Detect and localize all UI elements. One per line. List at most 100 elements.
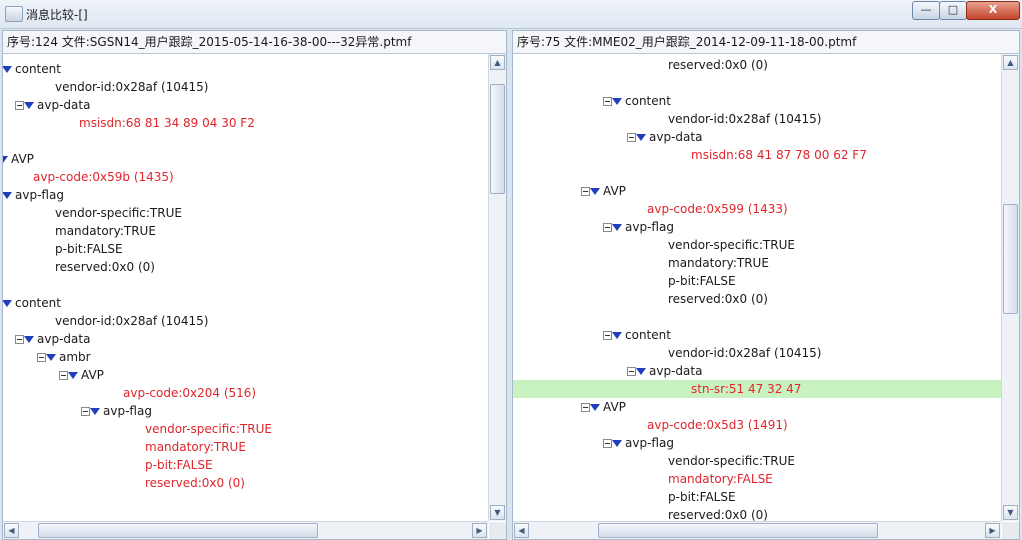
collapse-toggle-icon[interactable] xyxy=(627,367,636,376)
tree-row[interactable]: reserved:0x0 (0) xyxy=(513,506,1001,521)
expand-arrow-icon[interactable] xyxy=(3,192,12,199)
tree-row[interactable] xyxy=(513,74,1001,92)
tree-row[interactable]: msisdn:68 41 87 78 00 62 F7 xyxy=(513,146,1001,164)
collapse-toggle-icon[interactable] xyxy=(15,335,24,344)
tree-row[interactable]: mandatory:TRUE xyxy=(3,222,488,240)
collapse-toggle-icon[interactable] xyxy=(603,97,612,106)
tree-row[interactable]: avp-data xyxy=(513,128,1001,146)
tree-row[interactable]: content xyxy=(3,294,488,312)
expand-arrow-icon[interactable] xyxy=(612,332,622,339)
tree-row[interactable]: reserved:0x0 (0) xyxy=(513,56,1001,74)
expand-arrow-icon[interactable] xyxy=(636,134,646,141)
collapse-toggle-icon[interactable] xyxy=(15,101,24,110)
left-vscroll-thumb[interactable] xyxy=(490,84,505,194)
tree-row[interactable]: AVP xyxy=(513,182,1001,200)
expand-arrow-icon[interactable] xyxy=(24,336,34,343)
tree-row[interactable]: reserved:0x0 (0) xyxy=(3,258,488,276)
collapse-toggle-icon[interactable] xyxy=(81,407,90,416)
tree-row[interactable]: reserved:0x0 (0) xyxy=(3,474,488,492)
tree-row[interactable]: p-bit:FALSE xyxy=(3,456,488,474)
expand-arrow-icon[interactable] xyxy=(636,368,646,375)
tree-node-label: vendor-id:0x28af (10415) xyxy=(668,112,822,126)
right-hscroll-thumb[interactable] xyxy=(598,523,878,538)
collapse-toggle-icon[interactable] xyxy=(603,223,612,232)
tree-row[interactable]: p-bit:FALSE xyxy=(513,272,1001,290)
tree-row[interactable]: vendor-id:0x28af (10415) xyxy=(3,78,488,96)
expand-arrow-icon[interactable] xyxy=(3,66,12,73)
expand-arrow-icon[interactable] xyxy=(68,372,78,379)
scroll-left-icon[interactable]: ◀ xyxy=(4,523,19,538)
close-button[interactable]: X xyxy=(966,1,1020,20)
scroll-right-icon[interactable]: ▶ xyxy=(472,523,487,538)
expand-arrow-icon[interactable] xyxy=(612,440,622,447)
tree-row[interactable]: avp-code:0x59b (1435) xyxy=(3,168,488,186)
scroll-down-icon[interactable]: ▼ xyxy=(490,505,505,520)
tree-row[interactable]: AVP xyxy=(513,398,1001,416)
tree-row[interactable]: mandatory:TRUE xyxy=(513,254,1001,272)
tree-row[interactable]: avp-flag xyxy=(3,186,488,204)
tree-row[interactable] xyxy=(3,132,488,150)
tree-row[interactable]: avp-flag xyxy=(3,402,488,420)
tree-row[interactable]: vendor-specific:TRUE xyxy=(513,452,1001,470)
expand-arrow-icon[interactable] xyxy=(46,354,56,361)
expand-arrow-icon[interactable] xyxy=(590,188,600,195)
tree-row[interactable]: reserved:0x0 (0) xyxy=(513,290,1001,308)
tree-row[interactable]: msisdn:68 81 34 89 04 30 F2 xyxy=(3,114,488,132)
tree-row[interactable]: avp-data xyxy=(513,362,1001,380)
scroll-right-icon[interactable]: ▶ xyxy=(985,523,1000,538)
tree-row[interactable]: avp-code:0x5d3 (1491) xyxy=(513,416,1001,434)
expand-arrow-icon[interactable] xyxy=(3,300,12,307)
tree-row[interactable]: vendor-specific:TRUE xyxy=(513,236,1001,254)
tree-row[interactable] xyxy=(513,164,1001,182)
left-vertical-scrollbar[interactable]: ▲ ▼ xyxy=(488,54,506,521)
expand-arrow-icon[interactable] xyxy=(612,224,622,231)
tree-row[interactable]: ambr xyxy=(3,348,488,366)
tree-row[interactable]: mandatory:FALSE xyxy=(513,470,1001,488)
expand-arrow-icon[interactable] xyxy=(590,404,600,411)
right-horizontal-scrollbar[interactable]: ◀ ▶ xyxy=(513,521,1001,539)
collapse-toggle-icon[interactable] xyxy=(603,439,612,448)
tree-row[interactable]: avp-flag xyxy=(513,434,1001,452)
tree-row[interactable]: avp-data xyxy=(3,330,488,348)
tree-row[interactable]: vendor-id:0x28af (10415) xyxy=(513,110,1001,128)
tree-row[interactable]: p-bit:FALSE xyxy=(513,488,1001,506)
tree-row[interactable]: vendor-id:0x28af (10415) xyxy=(513,344,1001,362)
collapse-toggle-icon[interactable] xyxy=(59,371,68,380)
collapse-toggle-icon[interactable] xyxy=(37,353,46,362)
scroll-up-icon[interactable]: ▲ xyxy=(490,55,505,70)
tree-row[interactable]: content xyxy=(3,60,488,78)
collapse-toggle-icon[interactable] xyxy=(581,403,590,412)
scroll-left-icon[interactable]: ◀ xyxy=(514,523,529,538)
tree-row[interactable]: vendor-specific:TRUE xyxy=(3,204,488,222)
left-horizontal-scrollbar[interactable]: ◀ ▶ xyxy=(3,521,488,539)
scroll-up-icon[interactable]: ▲ xyxy=(1003,55,1018,70)
tree-row[interactable]: avp-flag xyxy=(513,218,1001,236)
left-hscroll-thumb[interactable] xyxy=(38,523,318,538)
tree-row[interactable]: vendor-specific:TRUE xyxy=(3,420,488,438)
tree-row[interactable]: AVP xyxy=(3,150,488,168)
expand-arrow-icon[interactable] xyxy=(24,102,34,109)
scroll-down-icon[interactable]: ▼ xyxy=(1003,505,1018,520)
collapse-toggle-icon[interactable] xyxy=(603,331,612,340)
tree-row[interactable] xyxy=(3,276,488,294)
minimize-button[interactable]: — xyxy=(912,1,940,20)
expand-arrow-icon[interactable] xyxy=(90,408,100,415)
tree-row[interactable]: mandatory:TRUE xyxy=(3,438,488,456)
expand-arrow-icon[interactable] xyxy=(612,98,622,105)
tree-row[interactable]: stn-sr:51 47 32 47 xyxy=(513,380,1001,398)
tree-row[interactable]: content xyxy=(513,92,1001,110)
tree-row[interactable]: avp-data xyxy=(3,96,488,114)
tree-row[interactable]: avp-code:0x204 (516) xyxy=(3,384,488,402)
tree-row[interactable]: p-bit:FALSE xyxy=(3,240,488,258)
tree-row[interactable]: vendor-id:0x28af (10415) xyxy=(3,312,488,330)
tree-row[interactable]: avp-code:0x599 (1433) xyxy=(513,200,1001,218)
collapse-toggle-icon[interactable] xyxy=(581,187,590,196)
tree-row[interactable]: AVP xyxy=(3,366,488,384)
tree-row[interactable]: content xyxy=(513,326,1001,344)
right-vscroll-thumb[interactable] xyxy=(1003,204,1018,314)
right-vertical-scrollbar[interactable]: ▲ ▼ xyxy=(1001,54,1019,521)
tree-row[interactable] xyxy=(513,308,1001,326)
collapse-toggle-icon[interactable] xyxy=(627,133,636,142)
expand-arrow-icon[interactable] xyxy=(3,156,8,163)
maximize-button[interactable]: □ xyxy=(939,1,967,20)
